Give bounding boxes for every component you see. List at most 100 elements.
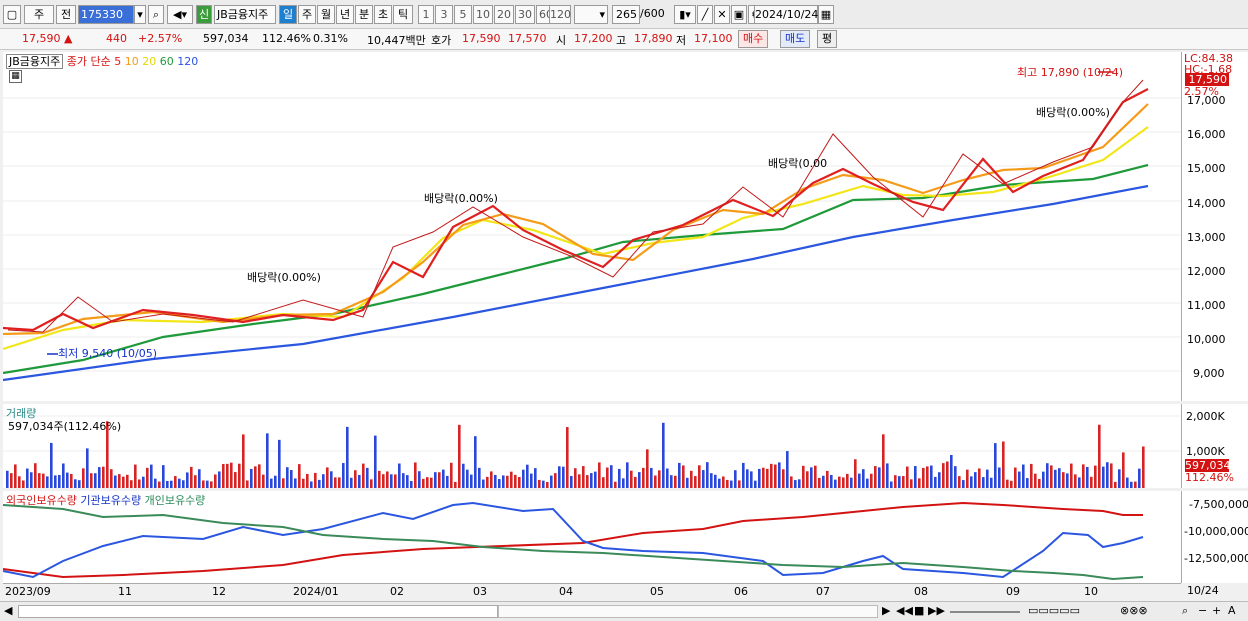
sell-button[interactable]: 매도 — [780, 30, 811, 48]
volume-bar — [170, 480, 173, 488]
volume-bar — [1066, 473, 1069, 488]
volume-bar — [270, 478, 273, 488]
volume-bar — [778, 462, 781, 488]
interval-dropdown[interactable]: ▾ — [574, 5, 608, 24]
volume-bar — [1074, 474, 1077, 488]
stop-icon[interactable]: ■ — [914, 604, 924, 617]
font-icon[interactable]: A — [1228, 604, 1236, 617]
tab-month[interactable]: 월 — [317, 5, 335, 24]
high-price: 17,890 — [634, 32, 673, 45]
volume-bar — [998, 467, 1001, 488]
volume-pct: 112.46% — [262, 32, 311, 45]
even-button[interactable]: 평 — [817, 30, 838, 48]
scroll-track[interactable] — [18, 605, 498, 618]
legend-stock[interactable]: JB금융지주 — [6, 54, 64, 69]
volume-bar — [994, 443, 997, 488]
tab-minute[interactable]: 분 — [355, 5, 373, 24]
volume-bar — [10, 473, 13, 488]
xtick: 2024/01 — [293, 585, 339, 598]
tab-week[interactable]: 주 — [298, 5, 316, 24]
ytick: -12,500,000 — [1184, 552, 1248, 565]
volume-bar — [150, 464, 153, 488]
tool-icons[interactable]: ⊗⊗⊗ — [1120, 604, 1148, 617]
volume-bar — [978, 468, 981, 488]
n-20[interactable]: 20 — [494, 5, 514, 24]
window-icon[interactable]: ▢ — [3, 5, 21, 24]
prev-button[interactable]: 전 — [56, 5, 76, 24]
volume-bar — [274, 475, 277, 488]
n-120[interactable]: 120 — [549, 5, 571, 24]
zoom-search-icon[interactable]: ⌕ — [1182, 604, 1188, 618]
volume-bar — [1130, 481, 1133, 488]
date-input[interactable]: 2024/10/24 — [754, 5, 818, 24]
new-badge[interactable]: 신 — [196, 5, 212, 24]
volume-bar — [570, 475, 573, 488]
n-30[interactable]: 30 — [515, 5, 535, 24]
volume-bar — [986, 469, 989, 488]
zoom-in-icon[interactable]: + — [1212, 604, 1221, 617]
volume-bar — [802, 465, 805, 488]
volume-tag-pct: 112.46% — [1185, 471, 1234, 484]
volume-bar — [914, 466, 917, 488]
layout-icons[interactable]: ▭▭▭▭▭ — [1028, 604, 1080, 617]
grid-icon[interactable]: ▦ — [9, 70, 22, 83]
volume-bar — [194, 475, 197, 488]
ytick: 15,000 — [1187, 162, 1226, 175]
turnover: 0.31% — [313, 32, 348, 45]
mode-select[interactable]: 주 — [24, 5, 54, 24]
volume-bar — [1006, 479, 1009, 488]
volume-bar — [122, 476, 125, 488]
volume-panel[interactable]: 거래량 597,034주(112.46%) — [3, 404, 1181, 488]
volume-bar — [338, 477, 341, 488]
scroll-right-icon[interactable]: ▶ — [882, 604, 890, 617]
n-3[interactable]: 3 — [435, 5, 453, 24]
volume-bar — [586, 475, 589, 488]
scroll-thumb[interactable] — [498, 605, 878, 618]
volume-bar — [290, 470, 293, 488]
save-icon[interactable]: ▣ — [731, 5, 747, 24]
n-10[interactable]: 10 — [473, 5, 493, 24]
rewind-icon[interactable]: ◀◀ — [896, 604, 913, 617]
volume-bar — [654, 475, 657, 488]
volume-bar — [602, 477, 605, 488]
ytick: 17,000 — [1187, 94, 1226, 107]
n-1[interactable]: 1 — [418, 5, 434, 24]
holdings-legend: 외국인보유수량 기관보유수량 개인보유수량 — [6, 492, 205, 508]
volume-bar — [650, 467, 653, 488]
holdings-panel[interactable]: 외국인보유수량 기관보유수량 개인보유수량 — [3, 491, 1181, 583]
candle-icon[interactable]: ▮▾ — [674, 5, 696, 24]
volume-bar — [834, 479, 837, 488]
n-5[interactable]: 5 — [454, 5, 472, 24]
draw-icon[interactable]: ✕ — [714, 5, 730, 24]
code-input[interactable]: 175330 — [78, 5, 134, 24]
volume-bar — [542, 480, 545, 488]
code-dropdown-icon[interactable]: ▾ — [134, 5, 146, 24]
zoom-out-icon[interactable]: − — [1198, 604, 1207, 617]
scroll-left-icon[interactable]: ◀ — [4, 604, 12, 617]
volume-bar — [510, 471, 513, 488]
buy-button[interactable]: 매수 — [738, 30, 769, 48]
tab-tick[interactable]: 틱 — [393, 5, 413, 24]
volume-bar — [242, 434, 245, 488]
tab-day[interactable]: 일 — [279, 5, 297, 24]
price-panel[interactable]: JB금융지주 종가 단순 5 10 20 60 120 ▦ 최고 17,890 … — [3, 52, 1181, 401]
tab-second[interactable]: 초 — [374, 5, 392, 24]
volume-bar — [1070, 463, 1073, 488]
zoom-slider[interactable] — [950, 611, 1020, 613]
volume-bar — [514, 474, 517, 488]
volume-bar — [430, 477, 433, 488]
volume-bar — [558, 466, 561, 488]
tab-year[interactable]: 년 — [336, 5, 354, 24]
count-input[interactable]: 265 — [612, 5, 640, 24]
forward-icon[interactable]: ▶▶ — [928, 604, 945, 617]
volume-bar — [502, 475, 505, 488]
sound-icon[interactable]: ◀▾ — [167, 5, 193, 24]
volume-bar — [410, 480, 413, 488]
calendar-icon[interactable]: ▦ — [818, 5, 834, 24]
search-icon[interactable]: ⌕ — [148, 5, 164, 24]
volume-bar — [822, 475, 825, 488]
line-tool-icon[interactable]: ╱ — [697, 5, 713, 24]
volume-bar — [626, 462, 629, 488]
volume-bar — [746, 469, 749, 488]
price-legend: JB금융지주 종가 단순 5 10 20 60 120 — [6, 53, 198, 69]
